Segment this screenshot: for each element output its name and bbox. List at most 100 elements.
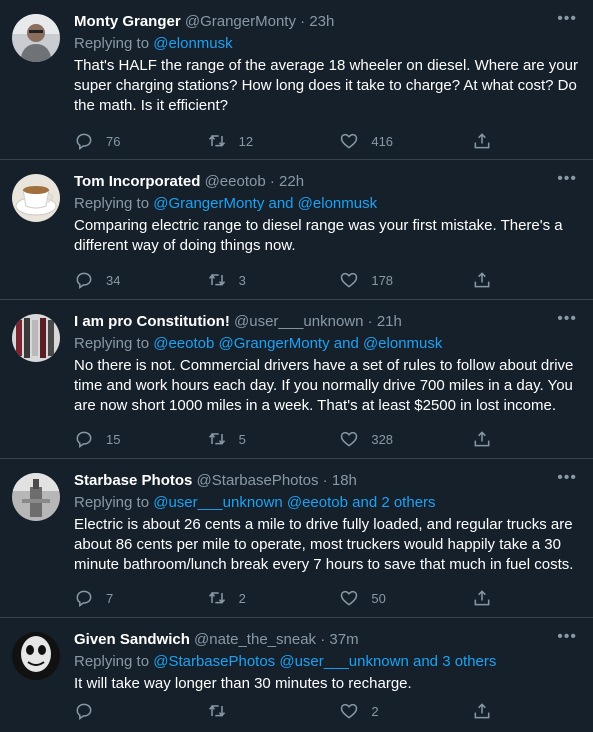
reply-icon — [76, 272, 92, 289]
share-button[interactable] — [472, 270, 504, 290]
like-count: 178 — [371, 272, 394, 288]
share-icon — [474, 703, 490, 719]
share-icon — [474, 590, 490, 606]
tweet[interactable]: Starbase Photos @StarbasePhotos · 18h Re… — [0, 459, 593, 618]
author-handle[interactable]: @eeotob — [205, 173, 266, 190]
retweet-icon — [208, 592, 225, 604]
mention-link[interactable]: @eeotob @GrangerMonty and @elonmusk — [153, 335, 442, 352]
tweet-actions: 76 12 416 — [74, 131, 504, 151]
tweet-text: It will take way longer than 30 minutes … — [74, 675, 412, 692]
retweet-button[interactable]: 12 — [207, 131, 340, 151]
like-button[interactable]: 178 — [339, 270, 472, 290]
retweet-icon — [208, 274, 225, 286]
replying-prefix: Replying to — [74, 653, 154, 670]
tweet-header: Tom Incorporated @eeotob · 22h — [74, 172, 581, 192]
avatar[interactable] — [12, 473, 60, 521]
retweet-count: 2 — [238, 590, 246, 606]
mention-link[interactable]: @StarbasePhotos @user___unknown and 3 ot… — [153, 653, 496, 670]
author-name[interactable]: I am pro Constitution! — [74, 313, 230, 330]
tweet[interactable]: Given Sandwich @nate_the_sneak · 37m Rep… — [0, 618, 593, 732]
reply-count: 7 — [106, 590, 114, 606]
retweet-button[interactable] — [207, 701, 340, 721]
separator: · — [316, 631, 330, 648]
share-button[interactable] — [472, 429, 504, 449]
author-handle[interactable]: @user___unknown — [234, 313, 363, 330]
share-icon — [474, 272, 490, 288]
author-handle[interactable]: @GrangerMonty — [185, 13, 296, 30]
timestamp[interactable]: 22h — [279, 173, 304, 190]
retweet-icon — [208, 705, 225, 717]
retweet-button[interactable]: 5 — [207, 429, 340, 449]
timestamp[interactable]: 18h — [332, 472, 357, 489]
avatar[interactable] — [12, 314, 60, 362]
tweet-header: Monty Granger @GrangerMonty · 23h — [74, 12, 581, 32]
retweet-icon — [208, 433, 225, 445]
retweet-button[interactable]: 2 — [207, 588, 340, 608]
reply-button[interactable] — [74, 701, 207, 721]
author-name[interactable]: Monty Granger — [74, 13, 181, 30]
mention-link[interactable]: @elonmusk — [153, 35, 232, 52]
timestamp[interactable]: 37m — [329, 631, 358, 648]
like-icon — [341, 431, 358, 447]
author-name[interactable]: Given Sandwich — [74, 631, 190, 648]
reply-button[interactable]: 7 — [74, 588, 207, 608]
tweet-text: That's HALF the range of the average 18 … — [74, 57, 578, 114]
replying-prefix: Replying to — [74, 335, 154, 352]
more-icon[interactable]: ••• — [557, 470, 577, 486]
reply-icon — [76, 133, 92, 150]
reply-icon — [76, 431, 92, 448]
replying-to: Replying to @elonmusk — [74, 34, 581, 54]
avatar[interactable] — [12, 14, 60, 62]
avatar[interactable] — [12, 632, 60, 680]
separator: · — [318, 472, 332, 489]
tweet-actions: 7 2 50 — [74, 588, 504, 608]
replying-to: Replying to @eeotob @GrangerMonty and @e… — [74, 334, 581, 354]
tweet[interactable]: Monty Granger @GrangerMonty · 23h Replyi… — [0, 0, 593, 160]
tweet-actions: 15 5 328 — [74, 429, 504, 449]
more-icon[interactable]: ••• — [557, 171, 577, 187]
mention-link[interactable]: @GrangerMonty and @elonmusk — [153, 195, 377, 212]
like-button[interactable]: 50 — [339, 588, 472, 608]
timestamp[interactable]: 23h — [309, 13, 334, 30]
tweet[interactable]: I am pro Constitution! @user___unknown ·… — [0, 300, 593, 459]
like-icon — [341, 272, 358, 288]
like-count: 50 — [371, 590, 386, 606]
avatar[interactable] — [12, 174, 60, 222]
tweet-text: No there is not. Commercial drivers have… — [74, 357, 574, 414]
retweet-button[interactable]: 3 — [207, 270, 340, 290]
retweet-icon — [208, 135, 225, 147]
reply-button[interactable]: 76 — [74, 131, 207, 151]
like-icon — [341, 133, 358, 149]
more-icon[interactable]: ••• — [557, 629, 577, 645]
share-button[interactable] — [472, 131, 504, 151]
author-handle[interactable]: @StarbasePhotos — [197, 472, 319, 489]
replying-to: Replying to @StarbasePhotos @user___unkn… — [74, 652, 581, 672]
replying-prefix: Replying to — [74, 494, 154, 511]
author-name[interactable]: Starbase Photos — [74, 472, 192, 489]
tweet-text: Electric is about 26 cents a mile to dri… — [74, 516, 574, 573]
reply-button[interactable]: 34 — [74, 270, 207, 290]
share-button[interactable] — [472, 701, 504, 721]
like-count: 416 — [371, 133, 394, 149]
like-button[interactable]: 328 — [339, 429, 472, 449]
more-icon[interactable]: ••• — [557, 11, 577, 27]
share-button[interactable] — [472, 588, 504, 608]
tweet-header: Given Sandwich @nate_the_sneak · 37m — [74, 630, 581, 650]
mention-link[interactable]: @user___unknown @eeotob and 2 others — [153, 494, 435, 511]
replying-prefix: Replying to — [74, 35, 154, 52]
separator: · — [295, 13, 310, 30]
like-button[interactable]: 2 — [339, 701, 472, 721]
author-handle[interactable]: @nate_the_sneak — [194, 631, 316, 648]
timestamp[interactable]: 21h — [377, 313, 402, 330]
tweet-actions: 34 3 178 — [74, 270, 504, 290]
author-name[interactable]: Tom Incorporated — [74, 173, 200, 190]
more-icon[interactable]: ••• — [557, 311, 577, 327]
retweet-count: 3 — [238, 272, 246, 288]
share-icon — [474, 431, 490, 447]
replying-to: Replying to @GrangerMonty and @elonmusk — [74, 194, 581, 214]
reply-button[interactable]: 15 — [74, 429, 207, 449]
reply-icon — [76, 590, 92, 607]
retweet-count: 12 — [238, 133, 254, 149]
tweet[interactable]: Tom Incorporated @eeotob · 22h Replying … — [0, 160, 593, 300]
like-button[interactable]: 416 — [339, 131, 472, 151]
